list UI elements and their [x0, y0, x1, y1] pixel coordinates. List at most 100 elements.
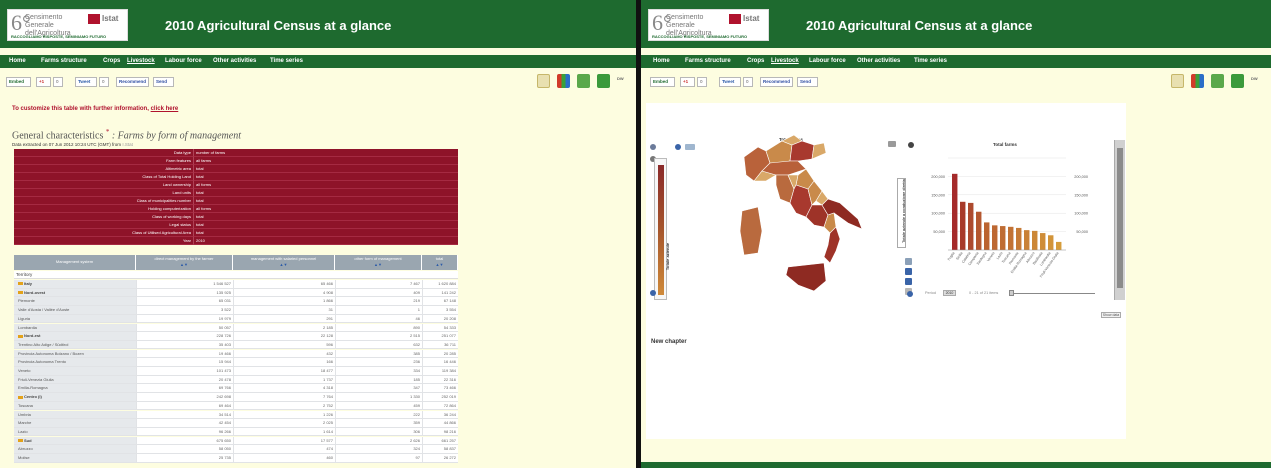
table-view-icon[interactable] [905, 268, 912, 275]
csv-export-icon[interactable] [537, 74, 550, 88]
chart-type-icon[interactable] [905, 278, 912, 285]
col-management-system[interactable]: Management system [14, 255, 136, 270]
nav-home[interactable]: Home [9, 58, 26, 65]
row-territory[interactable]: Italy [14, 280, 136, 289]
census-logo[interactable]: 6° Censimento Generale dell'Agricoltura … [7, 9, 128, 41]
sort-arrows-icon[interactable]: ▲▼ [233, 262, 334, 268]
recommend-button[interactable]: Recommend [760, 77, 793, 87]
print-icon[interactable] [597, 74, 610, 88]
filter-value[interactable]: total [193, 221, 458, 229]
title-info-star[interactable]: * [106, 128, 110, 136]
filter-value[interactable]: number of farms [193, 149, 458, 157]
send-button[interactable]: Send [153, 77, 174, 87]
y-tick-left: 100,000 [931, 212, 945, 216]
filter-value[interactable]: total [193, 173, 458, 181]
print-map-icon[interactable] [888, 141, 896, 147]
row-territory[interactable]: Nord-ovest [14, 288, 136, 298]
sort-arrows-icon[interactable]: ▲▼ [335, 262, 421, 268]
dw-icon[interactable]: DW [617, 76, 624, 81]
nav-other-activities[interactable]: Other activities [857, 58, 900, 65]
nav-farms-structure[interactable]: Farms structure [41, 58, 87, 65]
info-icon[interactable] [675, 144, 681, 150]
expand-folder-icon[interactable] [18, 291, 23, 295]
logo-tagline: RACCOGLIAMO RISPOSTE, SEMINIAMO FUTURO [652, 34, 748, 39]
scrollbar-thumb[interactable] [1117, 148, 1123, 288]
dw-icon[interactable]: DW [1251, 76, 1258, 81]
excel-export-icon[interactable] [577, 74, 590, 88]
nav-farms-structure[interactable]: Farms structure [685, 58, 731, 65]
y-tick-left: 150,000 [931, 193, 945, 197]
recommend-button[interactable]: Recommend [116, 77, 149, 87]
gplus-button[interactable]: +1 [680, 77, 695, 87]
nav-livestock[interactable]: Livestock [771, 58, 799, 65]
tweet-button[interactable]: Tweet [75, 77, 97, 87]
filter-key: Class of municipalities number [14, 197, 193, 205]
nav-livestock[interactable]: Livestock [127, 58, 155, 65]
census-logo[interactable]: 6° Censimento Generale dell'Agricoltura … [648, 9, 769, 41]
extract-link[interactable]: I.Stat [122, 142, 133, 147]
nav-home[interactable]: Home [653, 58, 670, 65]
filter-row: Class of Utilised Agricultural Area total [14, 229, 458, 237]
filter-value[interactable]: all farms [193, 157, 458, 165]
send-button[interactable]: Send [797, 77, 818, 87]
sort-arrows-icon[interactable]: ▲▼ [422, 262, 457, 268]
filter-value[interactable]: total [193, 189, 458, 197]
settings-icon[interactable] [905, 258, 912, 265]
bar-axis-label-box[interactable]: Totale aziende a conduzione diretta [897, 178, 906, 248]
show-data-button[interactable]: Show data [1101, 312, 1121, 318]
expand-folder-icon[interactable] [18, 282, 23, 286]
play-button[interactable]: 2010 [943, 290, 956, 296]
print-icon[interactable] [1231, 74, 1244, 88]
tweet-button[interactable]: Tweet [719, 77, 741, 87]
filter-value[interactable]: total [193, 165, 458, 173]
filter-value[interactable]: 2010 [193, 237, 458, 245]
slider-knob[interactable] [1009, 290, 1014, 296]
gplus-button[interactable]: +1 [36, 77, 51, 87]
filter-value[interactable]: all forms [193, 181, 458, 189]
expand-folder-icon[interactable] [18, 439, 23, 443]
customize-link[interactable]: click here [151, 106, 179, 112]
chart-scrollbar[interactable] [1114, 140, 1125, 300]
chart-export-icon[interactable] [557, 74, 570, 88]
slider-info-icon[interactable] [907, 291, 913, 297]
filter-value[interactable]: total [193, 197, 458, 205]
nav-labour-force[interactable]: Labour force [165, 58, 202, 65]
row-territory-label: Nord-est [24, 333, 41, 339]
pan-control-icon[interactable] [650, 144, 656, 150]
excel-export-icon[interactable] [1211, 74, 1224, 88]
italy-map[interactable] [736, 135, 866, 310]
slider-track[interactable] [1013, 293, 1095, 294]
bar-chart[interactable]: 200,000 200,000 150,000 150,000 100,000 100,0… [908, 150, 1104, 280]
nav-crops[interactable]: Crops [747, 58, 764, 65]
filter-value[interactable]: all forms [193, 205, 458, 213]
nav-other-activities[interactable]: Other activities [213, 58, 256, 65]
row-value: 35 403 [136, 340, 233, 350]
row-value: 17 577 [233, 436, 335, 446]
nav-crops[interactable]: Crops [103, 58, 120, 65]
map-info-icon[interactable] [650, 290, 656, 296]
embed-button[interactable]: Embed [650, 77, 675, 87]
filter-value[interactable]: total [193, 213, 458, 221]
legend-toggle-icon[interactable] [685, 144, 695, 150]
row-territory[interactable]: Centro (I) [14, 393, 136, 402]
map-color-scale[interactable]: Totale aziende [654, 158, 670, 300]
csv-export-icon[interactable] [1171, 74, 1184, 88]
expand-folder-icon[interactable] [18, 334, 23, 338]
row-value: 347 [335, 384, 422, 393]
filter-value[interactable]: total [193, 229, 458, 237]
col-other-form[interactable]: other form of management ▲▼ [335, 255, 422, 270]
col-total[interactable]: total ▲▼ [422, 255, 458, 270]
row-territory[interactable]: Nord-est [14, 332, 136, 341]
sort-arrows-icon[interactable]: ▲▼ [136, 262, 232, 268]
row-territory[interactable]: Sud [14, 436, 136, 446]
chart-info-icon[interactable] [908, 142, 914, 148]
chart-export-icon[interactable] [1191, 74, 1204, 88]
nav-labour-force[interactable]: Labour force [809, 58, 846, 65]
embed-button[interactable]: Embed [6, 77, 31, 87]
col-salaried[interactable]: management with salaried personnel ▲▼ [233, 255, 335, 270]
nav-time-series[interactable]: Time series [270, 58, 303, 65]
col-direct-management[interactable]: direct management by the farmer ▲▼ [136, 255, 233, 270]
expand-folder-icon[interactable] [18, 395, 23, 399]
row-territory-label: Lombardia [18, 324, 37, 330]
nav-time-series[interactable]: Time series [914, 58, 947, 65]
